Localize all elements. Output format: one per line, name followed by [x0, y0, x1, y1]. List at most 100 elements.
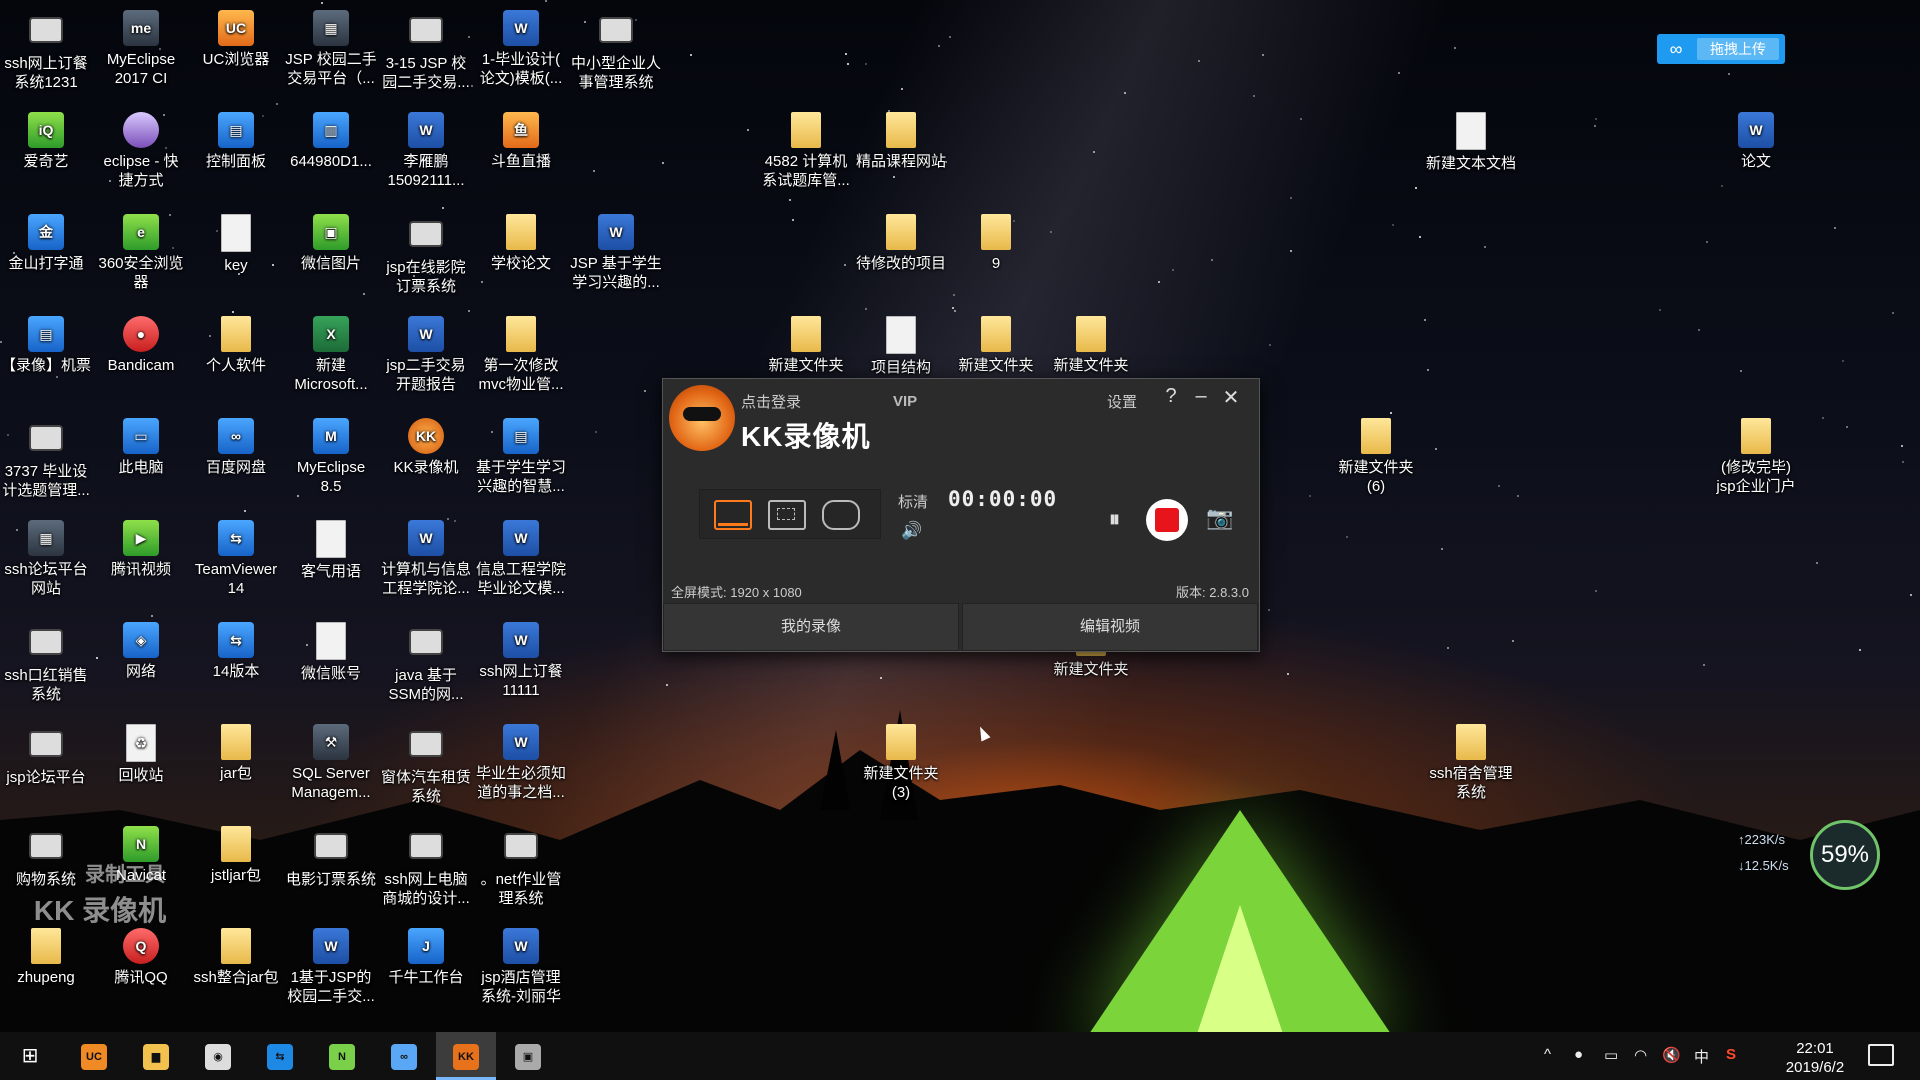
desktop-icon[interactable]: W 论文 [1710, 112, 1802, 171]
my-recordings-tab[interactable]: 我的录像 [663, 603, 959, 651]
desktop-icon[interactable]: ▤ 【录像】机票 [0, 316, 92, 375]
desktop-icon[interactable]: Q 腾讯QQ [95, 928, 187, 987]
desktop-icon[interactable]: ▥ 644980D1... [285, 112, 377, 171]
desktop-icon[interactable]: ⇆ 14版本 [190, 622, 282, 681]
desktop-icon[interactable]: ◈ 网络 [95, 622, 187, 681]
pause-button[interactable]: ⏸ [1109, 506, 1120, 532]
desktop-icon[interactable]: 。net作业管 理系统 [475, 826, 567, 908]
desktop-icon[interactable]: 精品课程网站 [855, 112, 947, 171]
taskbar-explorer-button[interactable]: ▆ [126, 1032, 186, 1080]
desktop-icon[interactable]: ▤ 控制面板 [190, 112, 282, 171]
desktop-icon[interactable]: jstljar包 [190, 826, 282, 885]
desktop-icon[interactable]: 新建文件夹 [1045, 316, 1137, 375]
desktop-icon[interactable]: 待修改的项目 [855, 214, 947, 273]
drag-upload-button[interactable]: ∞ 拖拽上传 [1657, 34, 1785, 64]
desktop-icon[interactable]: J 千牛工作台 [380, 928, 472, 987]
stop-record-button[interactable] [1146, 499, 1188, 541]
desktop-icon[interactable]: ● Bandicam [95, 316, 187, 375]
desktop-icon[interactable]: eclipse - 快 捷方式 [95, 112, 187, 190]
tray-app-icon[interactable]: ● [1574, 1046, 1583, 1063]
clock-time[interactable]: 22:01 [1785, 1040, 1845, 1057]
desktop-icon[interactable]: W 李雁鹏 15092111... [380, 112, 472, 190]
login-link[interactable]: 点击登录 [741, 391, 801, 412]
desktop-icon[interactable]: jsp论坛平台 [0, 724, 92, 787]
screenshot-camera-icon[interactable]: 📷 [1206, 505, 1233, 531]
desktop-icon[interactable]: 个人软件 [190, 316, 282, 375]
desktop-icon[interactable]: 金金山打字通 [0, 214, 92, 273]
fullscreen-mode-icon[interactable] [714, 500, 752, 530]
desktop-icon[interactable]: java 基于 SSM的网... [380, 622, 472, 704]
wifi-icon[interactable]: ◠ [1634, 1046, 1647, 1064]
desktop-icon[interactable]: me MyEclipse 2017 CI [95, 10, 187, 88]
desktop-icon[interactable]: key [190, 214, 282, 275]
taskbar-baidu-button[interactable]: ∞ [374, 1032, 434, 1080]
desktop-icon[interactable]: Wjsp二手交易 开题报告 [380, 316, 472, 394]
desktop-icon[interactable]: 9 [950, 214, 1042, 273]
desktop-icon[interactable]: ssh宿舍管理 系统 [1425, 724, 1517, 802]
desktop-icon[interactable]: 新建文件夹 [760, 316, 852, 375]
desktop-icon[interactable]: ▦ JSP 校园二手 交易平台（... [285, 10, 377, 88]
quality-selector[interactable]: 标清 [898, 491, 928, 512]
desktop-icon[interactable]: jar包 [190, 724, 282, 783]
desktop-icon[interactable]: zhupeng [0, 928, 92, 987]
desktop-icon[interactable]: 鱼斗鱼直播 [475, 112, 567, 171]
desktop-icon[interactable]: 第一次修改 mvc物业管... [475, 316, 567, 394]
desktop-icon[interactable]: 3-15 JSP 校 园二手交易... [380, 10, 472, 92]
game-mode-icon[interactable] [822, 500, 860, 530]
desktop-icon[interactable]: ▦ ssh论坛平台 网站 [0, 520, 92, 598]
desktop-icon[interactable]: ▤ 基于学生学习 兴趣的智慧... [475, 418, 567, 496]
volume-icon[interactable]: 🔊 [901, 521, 922, 541]
desktop-icon[interactable]: W 计算机与信息 工程学院论... [380, 520, 472, 598]
desktop-icon[interactable]: ⚒ SQL Server Managem... [285, 724, 377, 802]
desktop-icon[interactable]: 电影订票系统 [285, 826, 377, 889]
desktop-icon[interactable]: Wjsp酒店管理 系统-刘丽华 [475, 928, 567, 1006]
taskbar-teamviewer-button[interactable]: ⇆ [250, 1032, 310, 1080]
minimize-button[interactable]: – [1189, 385, 1213, 408]
desktop-icon[interactable]: 微信账号 [285, 622, 377, 683]
desktop-icon[interactable]: ssh网上电脑 商城的设计... [380, 826, 472, 908]
desktop-icon[interactable]: ssh口红销售 系统 [0, 622, 92, 704]
desktop-icon[interactable]: 新建文件夹 (3) [855, 724, 947, 802]
sogou-icon[interactable]: S [1726, 1046, 1736, 1063]
desktop-icon[interactable]: KK KK录像机 [380, 418, 472, 477]
clock-date[interactable]: 2019/6/2 [1770, 1059, 1860, 1076]
desktop-icon[interactable]: ▭ 此电脑 [95, 418, 187, 477]
desktop-icon[interactable]: ♻ 回收站 [95, 724, 187, 785]
desktop-icon[interactable]: X 新建 Microsoft... [285, 316, 377, 394]
desktop-icon[interactable]: 新建文件夹 [950, 316, 1042, 375]
desktop-icon[interactable]: W 毕业生必须知 道的事之档... [475, 724, 567, 802]
taskbar-github-button[interactable]: ◉ [188, 1032, 248, 1080]
tray-chevron-icon[interactable]: ^ [1544, 1046, 1551, 1063]
desktop-icon[interactable]: 窗体汽车租赁 系统 [380, 724, 472, 806]
desktop-icon[interactable]: ⇆ TeamViewer 14 [190, 520, 282, 598]
desktop-icon[interactable]: e 360安全浏览 器 [95, 214, 187, 292]
settings-button[interactable]: 设置 [1107, 391, 1137, 412]
desktop-icon[interactable]: ▣ 微信图片 [285, 214, 377, 273]
desktop-icon[interactable]: ∞ 百度网盘 [190, 418, 282, 477]
volume-muted-icon[interactable]: 🔇 [1662, 1046, 1681, 1064]
desktop-icon[interactable]: W JSP 基于学生 学习兴趣的... [570, 214, 662, 292]
desktop-icon[interactable]: ▶ 腾讯视频 [95, 520, 187, 579]
edit-video-tab[interactable]: 编辑视频 [962, 603, 1258, 651]
desktop-icon[interactable]: W 1-毕业设计( 论文)模板(... [475, 10, 567, 88]
start-button[interactable]: ⊞ [0, 1032, 60, 1080]
desktop-icon[interactable]: 新建文本文档 [1425, 112, 1517, 173]
region-mode-icon[interactable] [768, 500, 806, 530]
notification-center-icon[interactable] [1868, 1044, 1894, 1066]
desktop-icon[interactable]: 3737 毕业设 计选题管理... [0, 418, 92, 500]
help-icon[interactable]: ? [1159, 385, 1183, 408]
desktop-icon[interactable]: 学校论文 [475, 214, 567, 273]
desktop-icon[interactable]: 中小型企业人 事管理系统 [570, 10, 662, 92]
desktop-icon[interactable]: W 1基于JSP的 校园二手交... [285, 928, 377, 1006]
network-speed-widget[interactable]: ↑223K/s ↓12.5K/s 59% [1738, 820, 1880, 890]
battery-icon[interactable]: ▭ [1604, 1046, 1618, 1064]
taskbar-media-button[interactable]: ▣ [498, 1032, 558, 1080]
close-button[interactable]: ✕ [1219, 385, 1243, 410]
desktop-icon[interactable]: jsp在线影院 订票系统 [380, 214, 472, 296]
desktop-icon[interactable]: W 信息工程学院 毕业论文模... [475, 520, 567, 598]
desktop-icon[interactable]: 客气用语 [285, 520, 377, 581]
taskbar-kk-button[interactable]: KK [436, 1032, 496, 1080]
taskbar-uc-button[interactable]: UC [64, 1032, 124, 1080]
desktop-icon[interactable]: (修改完毕) jsp企业门户 [1710, 418, 1802, 496]
taskbar-navicat-button[interactable]: N [312, 1032, 372, 1080]
